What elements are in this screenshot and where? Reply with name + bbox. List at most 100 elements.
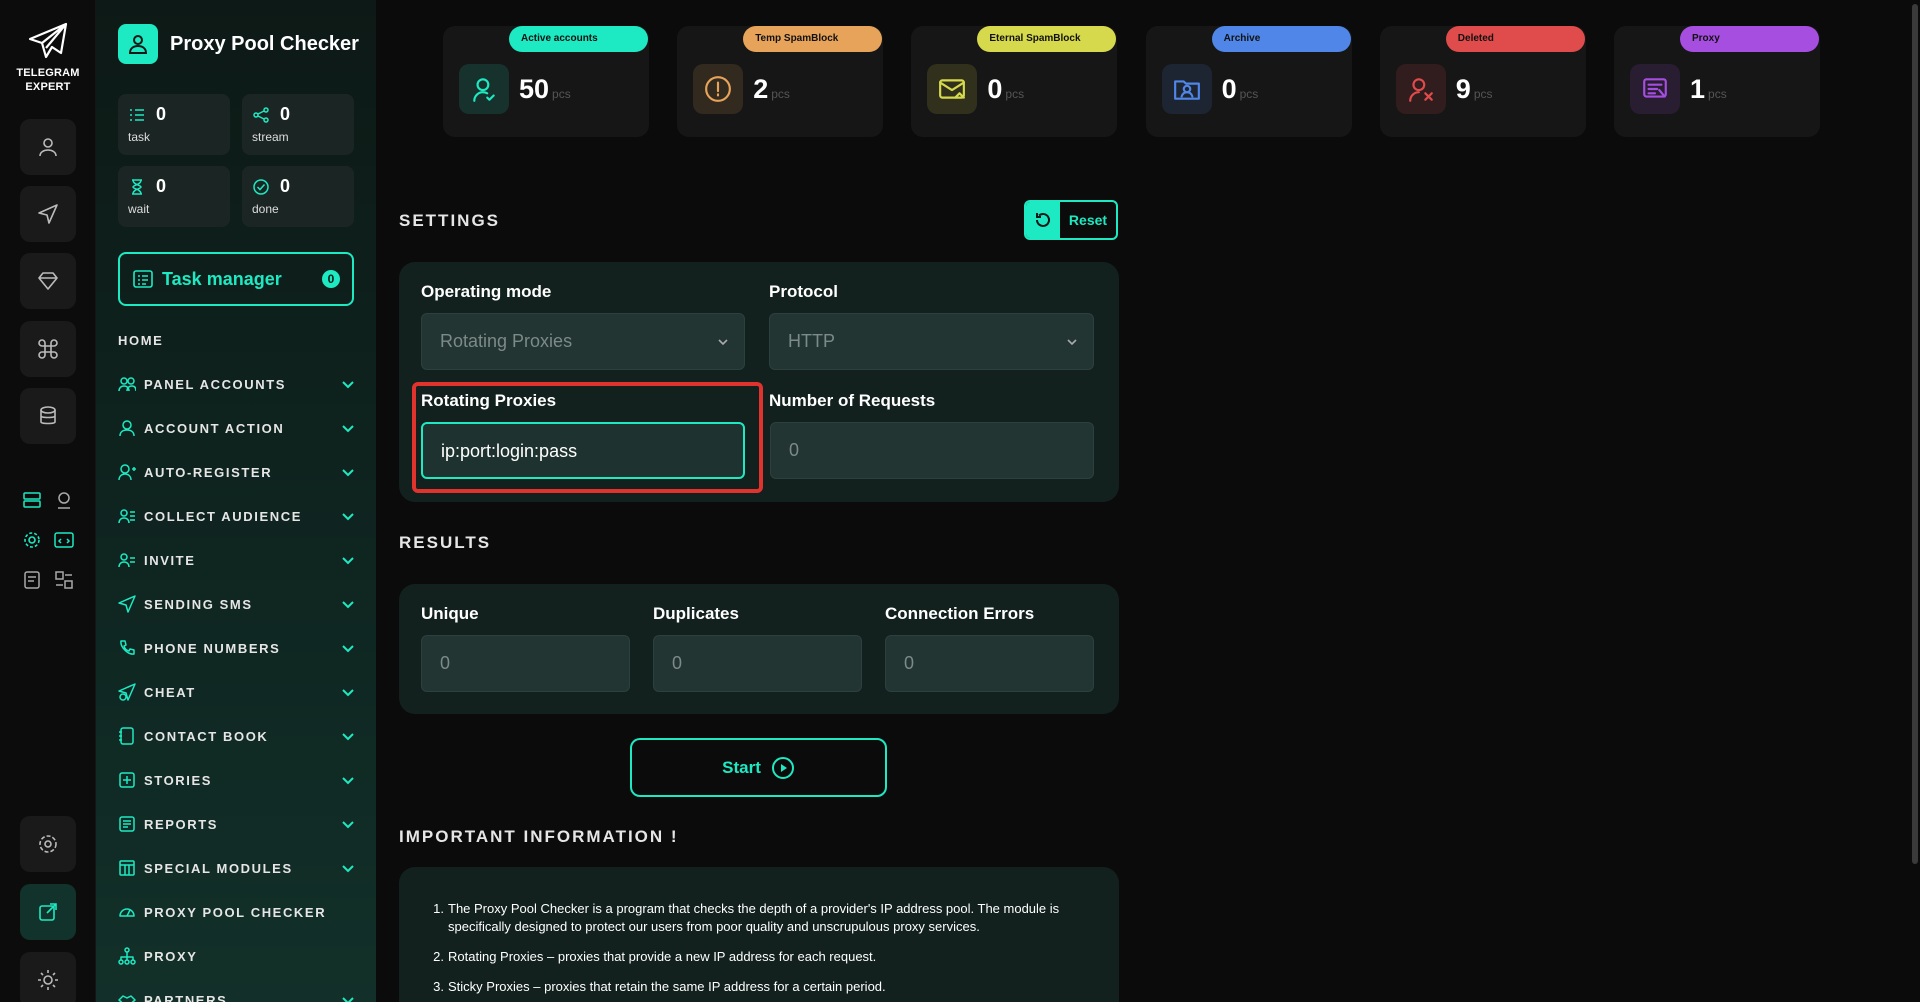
connection-errors-field[interactable]: 0 — [885, 635, 1094, 692]
icon-rail: TELEGRAM EXPERT — [0, 0, 96, 1002]
duplicates-field[interactable]: 0 — [653, 635, 862, 692]
server-icon[interactable] — [20, 488, 44, 512]
sidebar-item-collect-audience[interactable]: COLLECT AUDIENCE — [118, 505, 356, 527]
status-card-label: Eternal SpamBlock — [977, 26, 1117, 52]
chevron-down-icon — [342, 645, 354, 653]
status-card-unit: pcs — [1708, 87, 1727, 101]
users-icon — [118, 375, 136, 393]
sidebar-item-label: ACCOUNT ACTION — [144, 420, 285, 436]
rail-database-button[interactable] — [20, 388, 76, 444]
info-list-item: 2. Rotating Proxies – proxies that provid… — [430, 948, 1090, 966]
status-card-value: 0 — [1221, 74, 1237, 104]
archive-folder-icon — [1161, 64, 1212, 114]
reset-button[interactable]: Reset — [1024, 200, 1118, 240]
sidebar-item-label: SENDING SMS — [144, 596, 253, 612]
user-circle-icon[interactable] — [52, 488, 76, 512]
status-card-archive[interactable]: Archive 0 pcs — [1145, 26, 1352, 137]
protocol-select[interactable]: HTTP — [769, 313, 1094, 370]
proxy-icon — [1630, 64, 1680, 114]
diamond-icon — [38, 272, 58, 290]
sidebar-item-label: INVITE — [144, 552, 196, 568]
modules-icon — [118, 859, 136, 877]
sidebar-item-invite[interactable]: INVITE — [118, 549, 356, 571]
highlight-box — [412, 382, 763, 493]
protocol-label: Protocol — [769, 282, 838, 301]
operating-mode-select[interactable]: Rotating Proxies — [421, 313, 745, 370]
status-card-unit: pcs — [1005, 87, 1025, 101]
sidebar-item-sending-sms[interactable]: SENDING SMS — [118, 593, 356, 615]
share-icon — [253, 107, 269, 123]
info-item-number: 1. — [433, 901, 444, 916]
sidebar-item-panel-accounts[interactable]: PANEL ACCOUNTS — [118, 373, 356, 395]
play-circle-icon — [771, 756, 794, 779]
duplicates-label: Duplicates — [653, 604, 739, 623]
document-icon[interactable] — [20, 568, 44, 592]
sidebar-item-phone-numbers[interactable]: PHONE NUMBERS — [118, 637, 356, 659]
sidebar-item-stories[interactable]: STORIES — [118, 769, 356, 791]
sidebar: Proxy Pool Checker 0 task 0 stream 0 wai… — [96, 0, 376, 1002]
status-card-deleted[interactable]: Deleted 9 pcs — [1379, 26, 1586, 137]
chevron-down-icon — [342, 513, 354, 521]
info-list-item: 1. The Proxy Pool Checker is a program th… — [430, 900, 1090, 936]
rail-external-button[interactable] — [20, 884, 76, 940]
stat-task: 0 task — [118, 94, 230, 155]
info-list-item: 3. Sticky Proxies – proxies that retain t… — [430, 978, 1090, 996]
status-card-active-accounts[interactable]: Active accounts 50 pcs — [443, 26, 649, 137]
layout-icon[interactable] — [52, 568, 76, 592]
code-window-icon[interactable] — [52, 528, 76, 552]
book-icon — [118, 727, 136, 745]
operating-mode-value: Rotating Proxies — [440, 331, 573, 351]
sidebar-item-label: PHONE NUMBERS — [144, 640, 281, 656]
settings-gear-icon[interactable] — [20, 528, 44, 552]
sidebar-item-label: PROXY — [144, 948, 198, 964]
sidebar-item-auto-register[interactable]: AUTO-REGISTER — [118, 461, 356, 483]
scrollbar-thumb[interactable] — [1912, 4, 1918, 864]
stat-label: stream — [252, 130, 289, 144]
sidebar-item-account-action[interactable]: ACCOUNT ACTION — [118, 417, 356, 439]
sidebar-item-proxy-pool-checker[interactable]: PROXY POOL CHECKER — [118, 901, 356, 923]
status-card-value: 1 — [1690, 74, 1706, 104]
hourglass-icon — [132, 179, 142, 195]
logo[interactable]: TELEGRAM EXPERT — [0, 22, 96, 94]
task-manager-button[interactable]: Task manager 0 — [118, 252, 354, 306]
rail-settings-button[interactable] — [20, 816, 76, 872]
status-card-eternal-spamblock[interactable]: Eternal SpamBlock 0 pcs — [911, 26, 1118, 137]
sidebar-item-label: CHEAT — [144, 684, 196, 700]
sidebar-item-reports[interactable]: REPORTS — [118, 813, 356, 835]
status-card-label: Deleted — [1445, 26, 1585, 52]
sidebar-item-contact-book[interactable]: CONTACT BOOK — [118, 725, 356, 747]
user-icon — [39, 138, 57, 157]
page-title: Proxy Pool Checker — [170, 32, 359, 55]
start-button[interactable]: Start — [630, 738, 887, 797]
info-title: IMPORTANT INFORMATION ! — [399, 827, 679, 846]
external-link-icon — [39, 903, 57, 921]
user-group-icon — [118, 507, 136, 525]
info-item-number: 3. — [433, 979, 444, 994]
rail-theme-button[interactable] — [20, 952, 76, 1002]
status-card-value: 2 — [753, 74, 769, 104]
sidebar-item-special-modules[interactable]: SPECIAL MODULES — [118, 857, 356, 879]
refresh-icon — [1026, 202, 1060, 238]
chevron-down-icon — [718, 339, 728, 346]
network-icon — [118, 947, 136, 965]
report-icon — [118, 815, 136, 833]
stat-value: 0 — [280, 104, 291, 124]
rail-command-button[interactable] — [20, 321, 76, 377]
sidebar-item-proxy[interactable]: PROXY — [118, 945, 356, 967]
unique-field[interactable]: 0 — [421, 635, 630, 692]
scrollbar[interactable] — [1910, 0, 1920, 1002]
logo-line2: EXPERT — [25, 81, 71, 93]
sidebar-item-partners[interactable]: PARTNERS — [118, 989, 356, 1002]
number-of-requests-input[interactable]: 0 — [770, 422, 1094, 479]
rail-send-button[interactable] — [20, 186, 76, 242]
send-icon — [38, 204, 58, 224]
chevron-down-icon — [342, 557, 354, 565]
sidebar-item-cheat[interactable]: CHEAT — [118, 681, 356, 703]
status-card-temp-spamblock[interactable]: Temp SpamBlock 2 pcs — [677, 26, 884, 137]
unique-value: 0 — [440, 653, 451, 673]
nav-home[interactable]: HOME — [118, 333, 163, 348]
rail-accounts-button[interactable] — [20, 119, 76, 175]
info-item-text: Sticky Proxies – proxies that retain the… — [448, 979, 886, 994]
status-card-proxy[interactable]: Proxy 1 pcs — [1614, 26, 1820, 137]
rail-premium-button[interactable] — [20, 253, 76, 309]
